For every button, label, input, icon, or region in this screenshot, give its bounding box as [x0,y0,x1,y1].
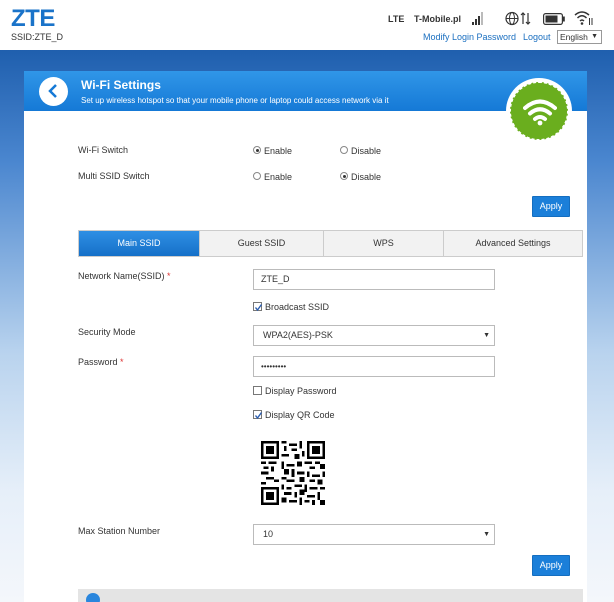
required-mark: * [167,271,171,281]
switch-apply-button[interactable]: Apply [532,196,570,217]
tab-wps[interactable]: WPS [324,231,444,256]
wifi-switch-disable-label: Disable [351,146,382,156]
globe-data-icon [505,11,531,26]
multi-ssid-enable-radio[interactable] [253,172,261,180]
network-name-label-text: Network Name(SSID) [78,271,165,281]
tab-advanced-settings[interactable]: Advanced Settings [444,231,582,256]
wifi-switch-enable-radio[interactable] [253,146,261,154]
multi-ssid-switch-label: Multi SSID Switch [78,171,150,181]
display-qr-code-label: Display QR Code [265,410,335,420]
security-mode-label: Security Mode [78,327,136,337]
ssid-label: SSID:ZTE_D [11,32,64,42]
battery-icon [543,13,565,25]
top-bar: ZTE SSID:ZTE_D LTE T-Mobile.pl Modify Lo… [0,0,614,50]
multi-ssid-enable-label: Enable [264,172,293,182]
help-icon[interactable] [86,593,100,602]
required-mark: * [120,357,124,367]
security-mode-value: WPA2(AES)-PSK [263,330,333,340]
password-label: Password * [78,357,124,367]
password-label-text: Password [78,357,118,367]
page-title: Wi-Fi Settings [81,78,161,92]
wifi-badge-circle [510,82,568,140]
max-station-select[interactable]: 10 ▼ [253,524,495,545]
network-name-label: Network Name(SSID) * [78,271,171,281]
chevron-down-icon: ▼ [483,332,490,339]
multi-ssid-disable-label: Disable [351,172,382,182]
wifi-qr-code [261,441,325,505]
wifi-icon [523,99,557,126]
wifi-switch-label: Wi-Fi Switch [78,145,128,155]
back-button[interactable] [39,77,68,106]
zte-logo[interactable]: ZTE [11,5,55,33]
password-input[interactable]: ••••••••• [253,356,495,377]
help-bar [78,589,583,602]
signal-icon [472,12,483,25]
page-subtitle: Set up wireless hotspot so that your mob… [81,96,389,105]
chevron-left-icon [48,84,57,98]
security-mode-select[interactable]: WPA2(AES)-PSK ▼ [253,325,495,346]
modify-login-password-link[interactable]: Modify Login Password [423,32,516,42]
language-value: English [560,32,588,42]
check-icon [254,304,263,312]
broadcast-ssid-checkbox[interactable] [253,302,263,312]
check-icon [254,412,263,420]
tab-guest-ssid[interactable]: Guest SSID [200,231,324,256]
multi-ssid-disable-radio[interactable] [340,172,348,180]
wifi-switch-enable-label: Enable [264,146,293,156]
network-type: LTE [388,14,405,24]
ssid-tabs: Main SSID Guest SSID WPS Advanced Settin… [78,230,583,257]
display-password-checkbox[interactable] [253,386,262,395]
logout-link[interactable]: Logout [523,32,551,42]
language-select[interactable]: English ▼ [557,30,602,44]
display-qr-code-checkbox[interactable] [253,410,263,420]
wifi-status-icon [574,11,593,25]
max-station-label: Max Station Number [78,526,161,536]
display-password-label: Display Password [265,386,337,396]
chevron-down-icon: ▼ [591,33,598,40]
wifi-badge [506,78,572,144]
network-name-input[interactable]: ZTE_D [253,269,495,290]
wifi-settings-panel: Wi-Fi Settings Set up wireless hotspot s… [24,71,587,602]
wifi-switch-disable-radio[interactable] [340,146,348,154]
broadcast-ssid-label: Broadcast SSID [265,302,330,312]
max-station-value: 10 [263,529,274,539]
main-ssid-apply-button[interactable]: Apply [532,555,570,576]
panel-header: Wi-Fi Settings Set up wireless hotspot s… [24,71,587,111]
carrier-name: T-Mobile.pl [414,14,461,24]
tab-main-ssid[interactable]: Main SSID [79,231,200,256]
chevron-down-icon: ▼ [483,531,490,538]
